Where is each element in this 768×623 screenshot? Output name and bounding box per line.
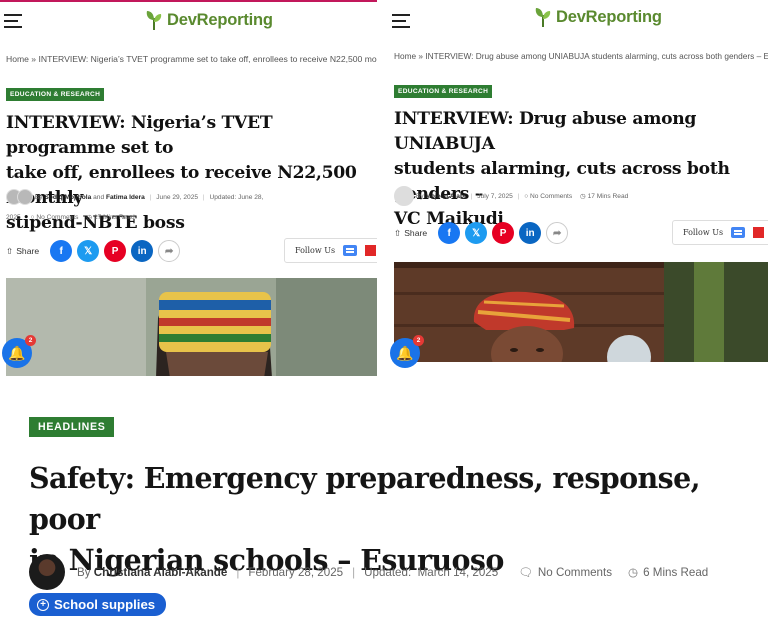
share-bar: ⇧ Share f 𝕏 P in ➦ bbox=[394, 222, 569, 244]
read-time: 17 Mins Read bbox=[587, 192, 629, 200]
hero-photo bbox=[6, 278, 377, 376]
pinterest-icon[interactable]: P bbox=[492, 222, 515, 244]
share-bar: ⇧ Share f 𝕏 P in ➦ bbox=[6, 240, 181, 262]
comment-icon: ○ bbox=[524, 192, 529, 200]
hamburger-icon[interactable] bbox=[392, 14, 410, 28]
flipboard-icon[interactable] bbox=[365, 245, 377, 256]
x-icon[interactable]: 𝕏 bbox=[465, 222, 488, 244]
site-name: DevReporting bbox=[556, 7, 662, 26]
meta-by: By bbox=[415, 192, 424, 200]
category-badge[interactable]: EDUCATION & RESEARCH bbox=[6, 88, 105, 101]
author-name[interactable]: Mojeed Alabi bbox=[425, 193, 465, 200]
updated-label: Updated: bbox=[209, 194, 237, 201]
article-title: INTERVIEW: Drug abuse among UNIABUJA stu… bbox=[394, 107, 768, 232]
share-label: Share bbox=[404, 228, 428, 238]
right-article-screenshot: DevReporting Home » INTERVIEW: Drug abus… bbox=[388, 0, 768, 376]
tag-pill-school-supplies[interactable]: + School supplies bbox=[29, 593, 167, 616]
article-title-line: Safety: Emergency preparedness, response… bbox=[29, 461, 701, 536]
avatar[interactable] bbox=[394, 186, 414, 206]
notification-bell-button[interactable]: 🔔 2 bbox=[2, 335, 36, 368]
updated-date: June 28, bbox=[238, 194, 264, 201]
follow-us-box: Follow Us bbox=[284, 238, 377, 263]
site-name: DevReporting bbox=[167, 10, 273, 29]
notification-count: 2 bbox=[25, 335, 36, 346]
article-title-line: INTERVIEW: Nigeria’s TVET programme set … bbox=[6, 113, 273, 158]
site-header: DevReporting bbox=[388, 0, 768, 46]
x-icon[interactable]: 𝕏 bbox=[77, 240, 100, 262]
meta-by: By bbox=[77, 565, 91, 579]
flipboard-icon[interactable] bbox=[753, 227, 765, 238]
hamburger-icon[interactable] bbox=[4, 14, 22, 28]
tag-pill-label: School supplies bbox=[54, 597, 156, 612]
hero-image bbox=[394, 262, 768, 362]
publish-date: June 29, 2025 bbox=[156, 194, 199, 201]
article-meta: By Christiana Alabi-Akande | February 28… bbox=[29, 554, 708, 590]
site-header: DevReporting bbox=[0, 0, 377, 46]
category-badge[interactable]: EDUCATION & RESEARCH bbox=[394, 85, 493, 98]
comment-icon: ○ bbox=[30, 214, 35, 221]
share-button[interactable]: ⇧ Share bbox=[6, 246, 39, 257]
notification-count: 2 bbox=[413, 335, 424, 346]
site-logo[interactable]: DevReporting bbox=[145, 9, 273, 31]
plus-circle-icon: + bbox=[37, 598, 49, 611]
article-meta: By Mojeed Alabi | July 7, 2025 | ○ No Co… bbox=[394, 186, 628, 207]
author-name[interactable]: Sodiq Mojibola bbox=[44, 194, 91, 201]
pinterest-icon[interactable]: P bbox=[104, 240, 127, 262]
author-name[interactable]: Fatima Idera bbox=[106, 194, 145, 201]
updated-label: Updated: bbox=[364, 565, 412, 579]
share-icon: ⇧ bbox=[394, 227, 402, 238]
publish-date: February 28, 2025 bbox=[248, 565, 344, 579]
google-news-icon[interactable] bbox=[343, 245, 358, 256]
more-share-icon[interactable]: ➦ bbox=[158, 240, 181, 262]
updated-date: March 14, 2025 bbox=[417, 565, 499, 579]
facebook-icon[interactable]: f bbox=[50, 240, 73, 262]
author-name[interactable]: Christiana Alabi-Akande bbox=[94, 566, 228, 579]
facebook-icon[interactable]: f bbox=[438, 222, 461, 244]
left-article-screenshot: DevReporting Home » INTERVIEW: Nigeria’s… bbox=[0, 0, 377, 376]
bell-icon: 🔔 bbox=[396, 344, 414, 361]
notification-bell-button[interactable]: 🔔 2 bbox=[390, 335, 424, 368]
google-news-icon[interactable] bbox=[731, 227, 746, 238]
avatar[interactable] bbox=[17, 189, 33, 206]
breadcrumb[interactable]: Home » INTERVIEW: Drug abuse among UNIAB… bbox=[394, 51, 768, 61]
publish-date: July 7, 2025 bbox=[477, 192, 513, 200]
comments-link[interactable]: No Comments bbox=[530, 193, 572, 200]
hero-image bbox=[6, 278, 377, 376]
breadcrumb[interactable]: Home » INTERVIEW: Nigeria’s TVET program… bbox=[6, 54, 377, 64]
meta-by: By bbox=[34, 194, 43, 201]
follow-us-label: Follow Us bbox=[295, 246, 336, 255]
more-share-icon[interactable]: ➦ bbox=[546, 222, 569, 244]
linkedin-icon[interactable]: in bbox=[131, 240, 154, 262]
sprout-logo-icon bbox=[535, 8, 551, 27]
meta-and: and bbox=[93, 194, 105, 201]
clock-icon: ◷ bbox=[628, 566, 639, 579]
follow-us-box: Follow Us bbox=[672, 220, 768, 245]
clock-icon: ◷ bbox=[86, 214, 93, 221]
share-label: Share bbox=[16, 246, 40, 256]
linkedin-icon[interactable]: in bbox=[519, 222, 542, 244]
article-meta: By Sodiq Mojibola and Fatima Idera | Jun… bbox=[6, 188, 263, 228]
comment-icon: 🗨 bbox=[518, 566, 533, 579]
sprout-logo-icon bbox=[146, 11, 162, 30]
avatar[interactable] bbox=[29, 554, 65, 590]
site-logo[interactable]: DevReporting bbox=[534, 6, 662, 28]
share-button[interactable]: ⇧ Share bbox=[394, 228, 427, 239]
follow-us-label: Follow Us bbox=[683, 228, 724, 237]
bell-icon: 🔔 bbox=[8, 344, 26, 361]
comments-link[interactable]: No Comments bbox=[36, 214, 78, 221]
category-badge[interactable]: HEADLINES bbox=[29, 417, 114, 437]
hero-photo bbox=[394, 262, 768, 362]
read-time: 17 Mins Read bbox=[93, 214, 135, 221]
updated-year: 2025 bbox=[6, 214, 21, 221]
share-icon: ⇧ bbox=[6, 245, 14, 256]
article-title-line: INTERVIEW: Drug abuse among UNIABUJA bbox=[394, 109, 697, 154]
read-time: 6 Mins Read bbox=[643, 565, 709, 579]
clock-icon: ◷ bbox=[580, 192, 586, 200]
comments-link[interactable]: No Comments bbox=[538, 566, 612, 579]
